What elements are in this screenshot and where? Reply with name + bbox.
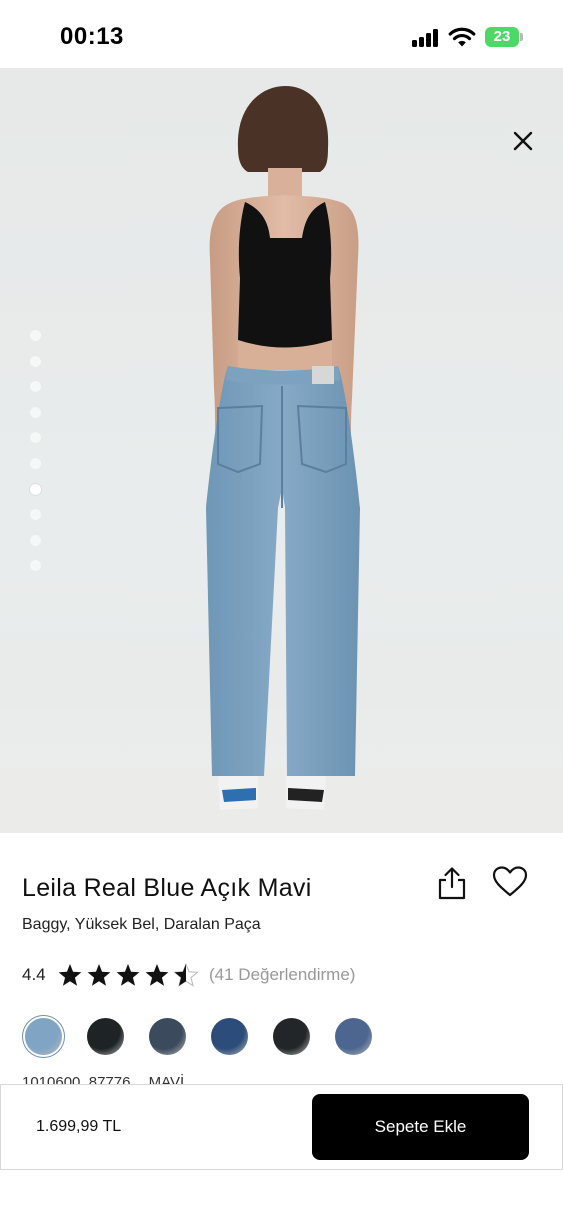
star-full-icon bbox=[87, 964, 111, 986]
gallery-dot[interactable] bbox=[30, 432, 41, 444]
cellular-signal-icon bbox=[412, 28, 442, 47]
color-swatches bbox=[25, 1018, 385, 1056]
color-swatch-dark-grey[interactable] bbox=[273, 1018, 310, 1055]
product-title: Leila Real Blue Açık Mavi bbox=[22, 874, 312, 902]
gallery-dot-active[interactable] bbox=[30, 483, 41, 495]
gallery-dot[interactable] bbox=[30, 509, 41, 521]
status-bar: 00:13 23 bbox=[0, 0, 563, 68]
star-full-icon bbox=[145, 964, 169, 986]
star-full-icon bbox=[116, 964, 140, 986]
wifi-icon bbox=[448, 27, 476, 47]
product-color-name: MAVİ bbox=[148, 1074, 185, 1084]
gallery-dot[interactable] bbox=[30, 406, 41, 418]
rating-stars bbox=[59, 962, 199, 987]
product-sku: 1010600_87776 bbox=[22, 1074, 131, 1084]
product-code-row: 1010600_87776 MAVİ bbox=[22, 1072, 198, 1084]
add-to-cart-button[interactable]: Sepete Ekle bbox=[312, 1094, 529, 1160]
heart-icon[interactable] bbox=[492, 866, 528, 898]
star-full-icon bbox=[59, 964, 82, 986]
product-subtitle: Baggy, Yüksek Bel, Daralan Paça bbox=[22, 916, 261, 933]
product-page: 00:13 23 Leila Real Blue Açık Mavi Baggy… bbox=[0, 0, 563, 1219]
product-photo bbox=[0, 86, 563, 833]
product-header: Leila Real Blue Açık Mavi bbox=[22, 866, 542, 916]
close-icon[interactable] bbox=[508, 126, 538, 156]
color-swatch-light-blue[interactable] bbox=[25, 1018, 62, 1055]
gallery-pagination[interactable] bbox=[30, 330, 42, 586]
color-swatch-mid-blue[interactable] bbox=[335, 1018, 372, 1055]
add-to-cart-bar: 1.699,99 TL Sepete Ekle bbox=[0, 1084, 563, 1170]
rating-value: 4.4 bbox=[22, 965, 46, 984]
price: 1.699,99 TL bbox=[36, 1118, 122, 1135]
gallery-dot[interactable] bbox=[30, 330, 41, 341]
review-count[interactable]: (41 Değerlendirme) bbox=[209, 965, 355, 985]
gallery-dot[interactable] bbox=[30, 560, 41, 572]
share-icon[interactable] bbox=[436, 866, 468, 900]
gallery-dot[interactable] bbox=[30, 534, 41, 546]
gallery-dot[interactable] bbox=[30, 381, 41, 393]
status-time: 00:13 bbox=[60, 23, 124, 50]
color-swatch-black[interactable] bbox=[87, 1018, 124, 1055]
battery-level: 23 bbox=[485, 27, 519, 47]
gallery-dot[interactable] bbox=[30, 457, 41, 469]
gallery-dot[interactable] bbox=[30, 355, 41, 367]
product-image[interactable] bbox=[0, 68, 563, 833]
rating-row[interactable]: 4.4 (41 Değerlendirme) bbox=[22, 960, 542, 990]
star-half-icon bbox=[173, 962, 199, 987]
color-swatch-indigo[interactable] bbox=[211, 1018, 248, 1055]
battery-cap bbox=[520, 33, 523, 41]
color-swatch-dark-blue[interactable] bbox=[149, 1018, 186, 1055]
